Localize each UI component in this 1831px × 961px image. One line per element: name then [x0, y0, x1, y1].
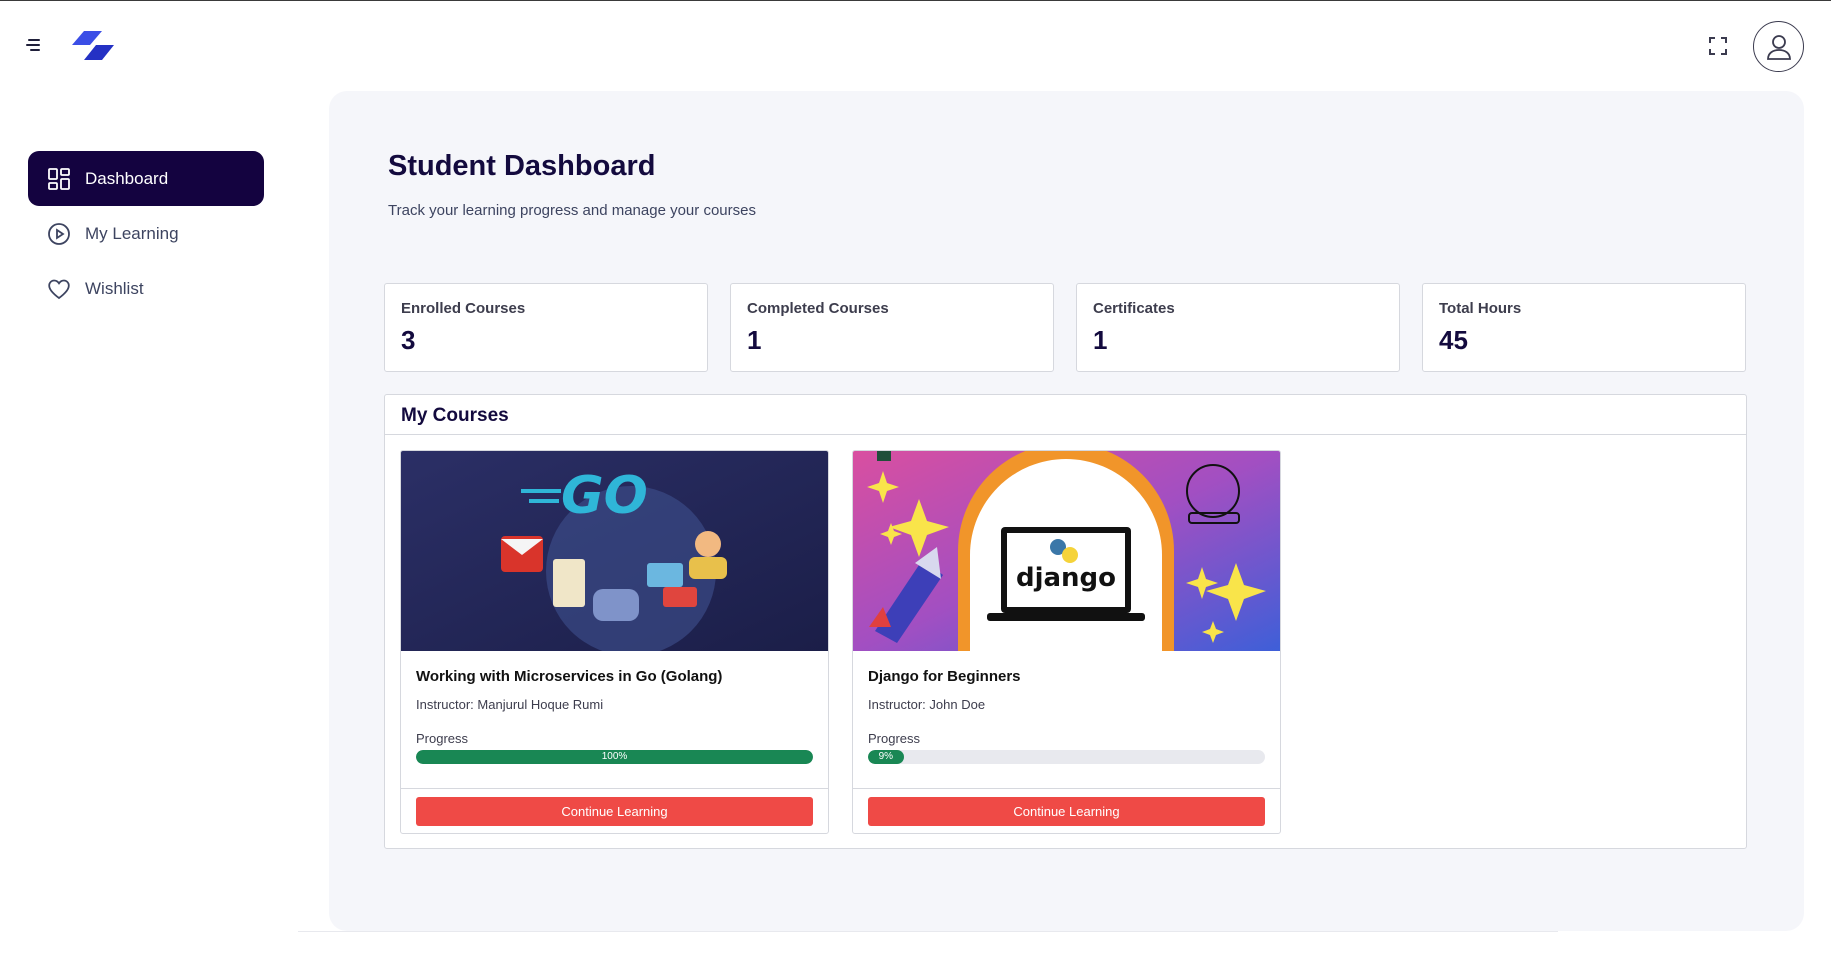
progress-label: Progress	[416, 731, 469, 746]
my-courses-section: My Courses GO Working with Microservices…	[384, 394, 1747, 849]
heart-icon	[47, 277, 71, 301]
stat-value: 3	[401, 325, 416, 355]
stat-label: Total Hours	[1439, 300, 1522, 317]
card-divider	[401, 788, 828, 789]
play-circle-icon	[47, 222, 71, 246]
sidebar-item-dashboard[interactable]: Dashboard	[28, 151, 264, 206]
user-avatar-button[interactable]	[1753, 21, 1804, 72]
progress-fill: 9%	[868, 750, 904, 764]
stat-card-total-hours: Total Hours 45	[1422, 283, 1746, 372]
progress-bar: 9%	[868, 750, 1265, 764]
brand-logo-icon[interactable]	[72, 31, 114, 61]
stat-card-certificates: Certificates 1	[1076, 283, 1400, 372]
sidebar-item-wishlist[interactable]: Wishlist	[28, 261, 264, 316]
page-subtitle: Track your learning progress and manage …	[388, 202, 756, 219]
fullscreen-icon[interactable]	[1706, 34, 1730, 58]
card-divider	[853, 788, 1280, 789]
progress-bar: 100%	[416, 750, 813, 764]
course-card[interactable]: GO Working with Microservices in Go (Gol…	[400, 450, 829, 834]
svg-text:django: django	[1016, 563, 1116, 593]
course-instructor: Instructor: Manjurul Hoque Rumi	[416, 697, 604, 712]
sidebar-item-label: My Learning	[85, 223, 179, 243]
top-border	[0, 0, 1831, 1]
stat-value: 1	[1093, 325, 1108, 355]
hamburger-menu-icon[interactable]	[26, 36, 44, 54]
footer-divider	[298, 931, 1558, 932]
section-heading: My Courses	[385, 395, 1746, 435]
progress-fill: 100%	[416, 750, 813, 764]
user-avatar-icon	[1766, 34, 1791, 60]
stat-card-enrolled: Enrolled Courses 3	[384, 283, 708, 372]
continue-learning-button[interactable]: Continue Learning	[416, 797, 813, 826]
course-instructor: Instructor: John Doe	[868, 697, 986, 712]
dashboard-grid-icon	[47, 167, 71, 191]
course-title[interactable]: Working with Microservices in Go (Golang…	[416, 668, 722, 685]
stat-value: 1	[747, 325, 762, 355]
course-thumbnail-django: django	[853, 451, 1280, 651]
page-title: Student Dashboard	[388, 150, 656, 182]
stat-label: Enrolled Courses	[401, 300, 526, 317]
sidebar-item-label: Dashboard	[85, 168, 169, 188]
sidebar-item-label: Wishlist	[85, 278, 144, 298]
course-title[interactable]: Django for Beginners	[868, 668, 1021, 685]
progress-label: Progress	[868, 731, 921, 746]
sidebar-item-my-learning[interactable]: My Learning	[28, 206, 264, 261]
course-thumbnail-go: GO	[401, 451, 828, 651]
stat-label: Completed Courses	[747, 300, 889, 317]
stat-value: 45	[1439, 325, 1468, 355]
stat-card-completed: Completed Courses 1	[730, 283, 1054, 372]
continue-learning-button[interactable]: Continue Learning	[868, 797, 1265, 826]
course-card[interactable]: django Django for Beginners Instructor: …	[852, 450, 1281, 834]
svg-text:GO: GO	[561, 466, 648, 526]
stat-label: Certificates	[1093, 300, 1175, 317]
